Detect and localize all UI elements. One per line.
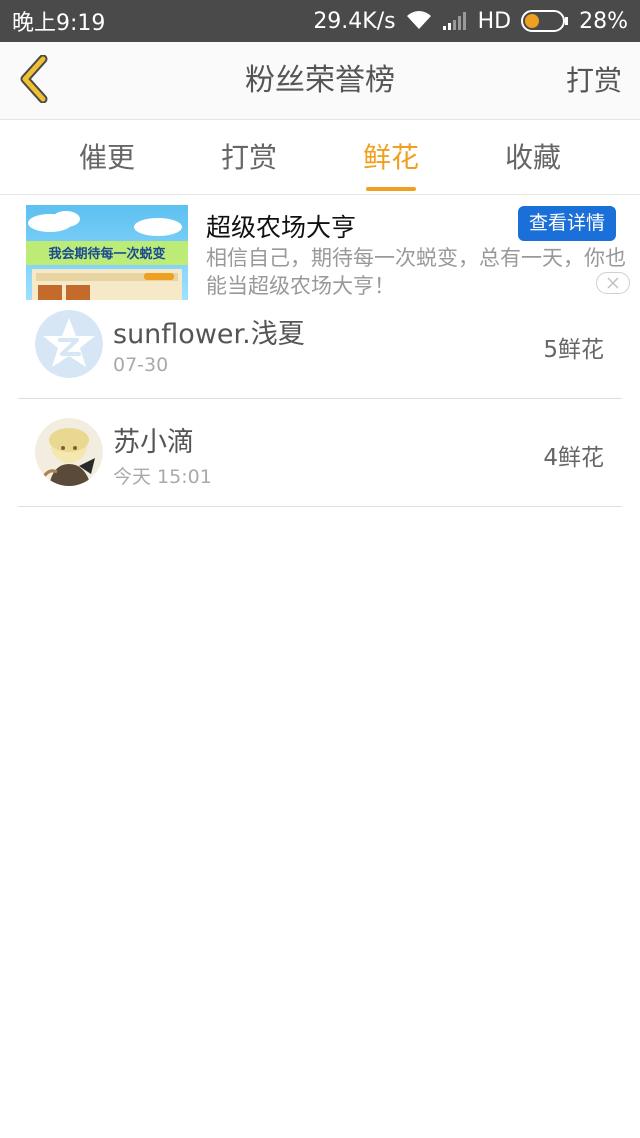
chevron-left-icon <box>17 54 51 107</box>
tab-label: 鲜花 <box>362 141 419 174</box>
reward-button[interactable]: 打赏 <box>566 42 622 120</box>
nav-bar: 粉丝荣誉榜 打赏 <box>0 42 640 120</box>
fan-time: 07-30 <box>113 354 169 376</box>
ad-title: 超级农场大亨 <box>206 213 357 242</box>
list-item[interactable]: sunflower.浅夏 07-30 5鲜花 <box>18 292 622 399</box>
tab-favorites[interactable]: 收藏 <box>478 120 588 195</box>
tab-reward[interactable]: 打赏 <box>194 120 304 195</box>
tab-label: 打赏 <box>220 141 277 174</box>
back-button[interactable] <box>14 54 54 107</box>
close-icon <box>607 274 619 293</box>
status-indicators: 29.4K/s HD 28% <box>313 9 628 34</box>
page-title: 粉丝荣誉榜 <box>245 63 395 98</box>
avatar[interactable] <box>35 310 103 378</box>
list-item[interactable]: 苏小滴 今天 15:01 4鲜花 <box>18 400 622 507</box>
view-details-button[interactable]: 查看详情 <box>518 206 616 241</box>
flower-count: 5鲜花 <box>543 337 604 363</box>
ad-banner[interactable]: 我会期待每一次蜕变 超级农场大亨 查看详情 相信自己，期待每一次蜕变，总有一天，… <box>0 196 640 300</box>
ad-close-button[interactable] <box>596 272 630 294</box>
fan-time: 今天 15:01 <box>113 466 212 488</box>
status-bar: 晚上9:19 29.4K/s HD 28% <box>0 0 640 42</box>
signal-icon <box>442 11 468 31</box>
status-time: 晚上9:19 <box>12 11 106 36</box>
tab-label: 催更 <box>78 141 135 174</box>
ad-image-caption: 我会期待每一次蜕变 <box>48 247 166 262</box>
network-speed: 29.4K/s <box>313 8 396 34</box>
tab-label: 收藏 <box>504 141 561 174</box>
tab-flowers[interactable]: 鲜花 <box>336 120 446 195</box>
ad-image[interactable]: 我会期待每一次蜕变 <box>26 205 188 300</box>
tab-urge[interactable]: 催更 <box>52 120 162 195</box>
network-type: HD <box>477 8 512 34</box>
flower-count: 4鲜花 <box>543 445 604 471</box>
battery-percent: 28% <box>579 8 628 34</box>
battery-icon <box>521 10 569 32</box>
fan-name: 苏小滴 <box>113 427 194 458</box>
active-tab-indicator <box>366 187 416 191</box>
wifi-icon <box>406 11 432 31</box>
fan-name: sunflower.浅夏 <box>113 319 305 350</box>
avatar[interactable] <box>35 418 103 486</box>
tab-bar: 催更 打赏 鲜花 收藏 <box>0 120 640 195</box>
